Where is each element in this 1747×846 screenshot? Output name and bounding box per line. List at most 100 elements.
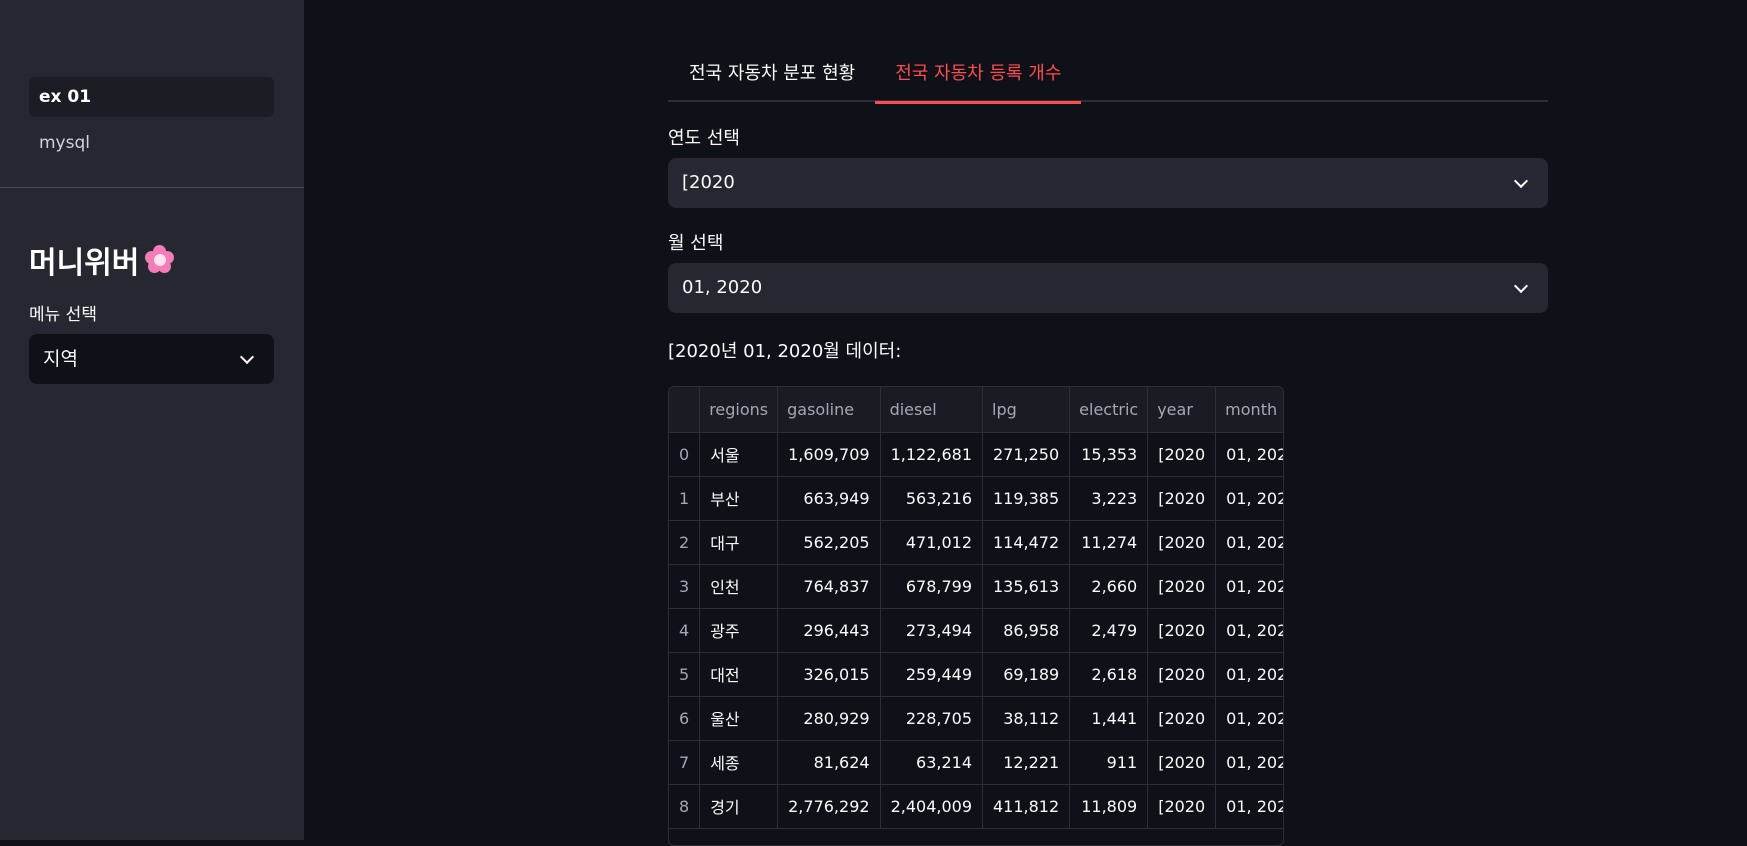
cell-index[interactable]: 1	[669, 476, 701, 521]
cell-lpg[interactable]: 135,613	[982, 564, 1071, 609]
cell-region[interactable]: 울산	[699, 696, 779, 741]
cell-lpg[interactable]: 411,812	[982, 784, 1071, 829]
data-table[interactable]: regions gasoline diesel lpg electric yea…	[668, 386, 1284, 846]
cell-year[interactable]: [2020	[1147, 740, 1217, 785]
cell-index[interactable]: 2	[669, 520, 701, 565]
table-row: 5대전326,015259,44969,1892,618[202001, 202…	[669, 652, 1283, 697]
cherry-blossom-icon	[145, 245, 175, 275]
cell-gasoline[interactable]: 764,837	[777, 564, 881, 609]
column-header-gasoline[interactable]: gasoline	[777, 387, 881, 433]
column-header-lpg[interactable]: lpg	[982, 387, 1071, 433]
cell-region[interactable]: 대전	[699, 652, 779, 697]
nav-item-ex01[interactable]: ex 01	[29, 77, 274, 117]
cell-electric[interactable]: 1,441	[1069, 696, 1149, 741]
tab-bar: 전국 자동차 분포 현황 전국 자동차 등록 개수	[668, 50, 1548, 104]
cell-lpg[interactable]: 114,472	[982, 520, 1071, 565]
year-select[interactable]: [2020	[668, 158, 1548, 208]
table-row: 1 부산 663,949 563,216 119,385 3,223 [2020 01, 20…	[669, 476, 1283, 521]
cell-year[interactable]: [2020	[1147, 652, 1217, 697]
cell-month[interactable]: 01, 2020	[1215, 784, 1283, 829]
cell-index[interactable]: 8	[669, 784, 701, 829]
cell-electric[interactable]: 11,274	[1069, 520, 1149, 565]
cell-gasoline[interactable]: 562,205	[777, 520, 881, 565]
cell-year[interactable]: [2020	[1147, 564, 1217, 609]
tab-car-distribution[interactable]: 전국 자동차 분포 현황	[668, 50, 875, 102]
cell-gasoline[interactable]: 81,624	[777, 740, 881, 785]
menu-select-label: 메뉴 선택	[29, 305, 97, 325]
cell-region[interactable]: 경기	[699, 784, 779, 829]
cell-electric[interactable]: 15,353	[1069, 432, 1149, 477]
cell-lpg[interactable]: 119,385	[982, 476, 1071, 521]
table-row: 8 경기 2,776,292 2,404,009 411,812 11,809 [2020 0…	[669, 784, 1283, 829]
cell-month[interactable]: 01, 2020	[1215, 564, 1283, 609]
cell-diesel[interactable]: 63,214	[880, 740, 984, 785]
column-header-index[interactable]	[669, 387, 701, 433]
cell-gasoline[interactable]: 1,609,709	[777, 432, 881, 477]
cell-index[interactable]: 3	[669, 564, 701, 609]
cell-diesel[interactable]: 563,216	[880, 476, 984, 521]
cell-month[interactable]: 01, 2020	[1215, 740, 1283, 785]
cell-lpg[interactable]: 12,221	[982, 740, 1071, 785]
cell-region[interactable]: 인천	[699, 564, 779, 609]
cell-year[interactable]: [2020	[1147, 520, 1217, 565]
cell-diesel[interactable]: 259,449	[880, 652, 984, 697]
cell-lpg[interactable]: 69,189	[982, 652, 1071, 697]
column-header-month[interactable]: month	[1215, 387, 1283, 433]
cell-lpg[interactable]: 38,112	[982, 696, 1071, 741]
cell-electric[interactable]: 2,660	[1069, 564, 1149, 609]
cell-diesel[interactable]: 273,494	[880, 608, 984, 653]
cell-region[interactable]: 서울	[699, 432, 779, 477]
cell-month[interactable]: 01, 2020	[1215, 520, 1283, 565]
menu-select[interactable]: 지역	[29, 334, 274, 384]
table-row: 3 인천 764,837 678,799 135,613 2,660 [2020 01, 20…	[669, 564, 1283, 609]
cell-year[interactable]: [2020	[1147, 696, 1217, 741]
cell-index[interactable]: 0	[669, 432, 701, 477]
cell-month[interactable]: 01, 2020	[1215, 476, 1283, 521]
cell-diesel[interactable]: 678,799	[880, 564, 984, 609]
tab-car-registration[interactable]: 전국 자동차 등록 개수	[875, 50, 1082, 104]
cell-index[interactable]: 7	[669, 740, 701, 785]
cell-month[interactable]: 01, 2020	[1215, 696, 1283, 741]
cell-electric[interactable]: 3,223	[1069, 476, 1149, 521]
cell-region[interactable]: 광주	[699, 608, 779, 653]
cell-year[interactable]: [2020	[1147, 476, 1217, 521]
cell-month[interactable]: 01, 2020	[1215, 432, 1283, 477]
cell-gasoline[interactable]: 663,949	[777, 476, 881, 521]
cell-index[interactable]: 6	[669, 696, 701, 741]
table-row: 6울산280,929228,70538,1121,441[202001, 202…	[669, 696, 1283, 741]
nav-item-mysql[interactable]: mysql	[29, 123, 274, 163]
cell-index[interactable]: 5	[669, 652, 701, 697]
cell-year[interactable]: [2020	[1147, 432, 1217, 477]
cell-index[interactable]: 4	[669, 608, 701, 653]
column-header-year[interactable]: year	[1147, 387, 1217, 433]
cell-gasoline[interactable]: 326,015	[777, 652, 881, 697]
cell-electric[interactable]: 11,809	[1069, 784, 1149, 829]
cell-diesel[interactable]: 1,122,681	[880, 432, 984, 477]
year-select-value: [2020	[682, 172, 735, 193]
cell-month[interactable]: 01, 2020	[1215, 652, 1283, 697]
column-header-regions[interactable]: regions	[699, 387, 779, 433]
cell-gasoline[interactable]: 280,929	[777, 696, 881, 741]
cell-gasoline[interactable]: 2,776,292	[777, 784, 881, 829]
cell-month[interactable]: 01, 2020	[1215, 608, 1283, 653]
data-heading: [2020년 01, 2020월 데이터:	[668, 341, 902, 362]
cell-diesel[interactable]: 471,012	[880, 520, 984, 565]
cell-lpg[interactable]: 271,250	[982, 432, 1071, 477]
cell-region[interactable]: 세종	[699, 740, 779, 785]
column-header-diesel[interactable]: diesel	[880, 387, 984, 433]
cell-lpg[interactable]: 86,958	[982, 608, 1071, 653]
cell-region[interactable]: 부산	[699, 476, 779, 521]
cell-electric[interactable]: 2,618	[1069, 652, 1149, 697]
cell-electric[interactable]: 911	[1069, 740, 1149, 785]
menu-select-value: 지역	[43, 348, 78, 370]
cell-diesel[interactable]: 228,705	[880, 696, 984, 741]
cell-region[interactable]: 대구	[699, 520, 779, 565]
month-select[interactable]: 01, 2020	[668, 263, 1548, 313]
year-select-label: 연도 선택	[668, 128, 740, 149]
cell-year[interactable]: [2020	[1147, 784, 1217, 829]
cell-gasoline[interactable]: 296,443	[777, 608, 881, 653]
cell-year[interactable]: [2020	[1147, 608, 1217, 653]
column-header-electric[interactable]: electric	[1069, 387, 1149, 433]
cell-diesel[interactable]: 2,404,009	[880, 784, 984, 829]
cell-electric[interactable]: 2,479	[1069, 608, 1149, 653]
